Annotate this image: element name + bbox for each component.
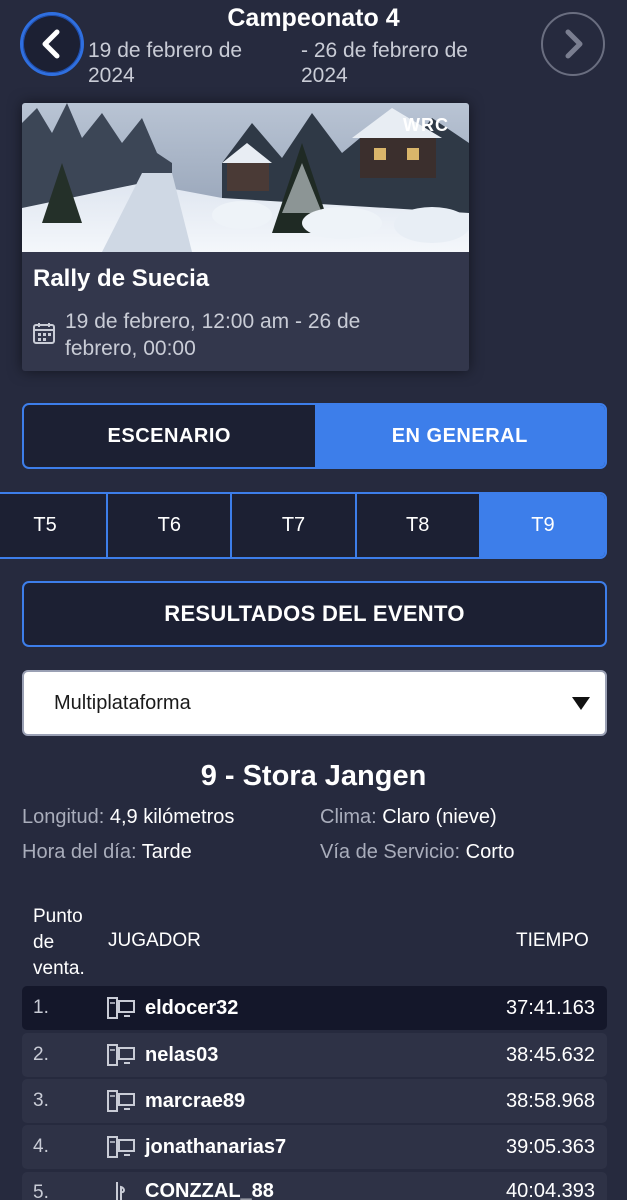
stage-time-of-day: Hora del día: Tarde	[22, 841, 192, 864]
row-time: 40:04.393	[506, 1180, 595, 1200]
stage-weather-label: Clima:	[320, 806, 377, 828]
row-position: 4.	[33, 1136, 49, 1157]
platform-select[interactable]: Multiplataforma	[22, 670, 607, 736]
table-row[interactable]: 5. CONZZAL_88 40:04.393	[22, 1172, 607, 1200]
stage-length: Longitud: 4,9 kilómetros	[22, 806, 234, 829]
row-position: 3.	[33, 1090, 49, 1111]
row-time: 38:58.968	[506, 1089, 595, 1112]
column-header-position: Punto de venta.	[33, 906, 85, 979]
calendar-icon	[33, 323, 55, 344]
stage-service-label: Vía de Servicio:	[320, 841, 461, 863]
row-player: marcrae89	[145, 1089, 246, 1112]
platform-select-value: Multiplataforma	[54, 691, 191, 714]
row-time: 37:41.163	[506, 996, 595, 1019]
table-row[interactable]: 3. marcrae89 38:58.968	[22, 1079, 607, 1123]
row-player: jonathanarias7	[145, 1135, 287, 1158]
event-title: Rally de Suecia	[33, 265, 210, 292]
stage-weather: Clima: Claro (nieve)	[320, 806, 497, 829]
championship-end-date: - 26 de febrero de 2024	[301, 39, 468, 87]
chevron-right-icon	[565, 29, 583, 59]
stage-tab-t9[interactable]: T9	[480, 494, 605, 557]
wrc-logo: WRC	[403, 115, 449, 135]
stage-service: Vía de Servicio: Corto	[320, 841, 515, 864]
event-results-button[interactable]: RESULTADOS DEL EVENTO	[22, 581, 607, 647]
row-player: eldocer32	[145, 996, 239, 1019]
stage-tab-t5[interactable]: T5	[0, 494, 109, 557]
row-position: 5.	[33, 1182, 49, 1200]
stage-weather-value: Claro (nieve)	[382, 806, 497, 828]
table-row[interactable]: 2. nelas03 38:45.632	[22, 1033, 607, 1077]
table-row[interactable]: 4. jonathanarias7 39:05.363	[22, 1125, 607, 1169]
row-time: 39:05.363	[506, 1135, 595, 1158]
stage-length-value: 4,9 kilómetros	[109, 806, 235, 828]
column-header-player: JUGADOR	[108, 930, 201, 951]
stage-tab-t7[interactable]: T7	[232, 494, 357, 557]
stage-title: 9 - Stora Jangen	[200, 760, 427, 792]
stage-time-label: Hora del día:	[22, 841, 137, 863]
event-dates: 19 de febrero, 12:00 am - 26 de febrero,…	[65, 310, 361, 360]
row-time: 38:45.632	[506, 1043, 595, 1066]
caret-down-icon	[572, 697, 590, 710]
stage-time-value: Tarde	[141, 841, 192, 863]
pc-icon	[107, 997, 135, 1019]
column-header-time: TIEMPO	[516, 930, 589, 951]
chevron-left-icon	[42, 29, 60, 59]
stage-service-value: Corto	[465, 841, 515, 863]
row-player: CONZZAL_88	[145, 1180, 274, 1200]
playstation-icon	[116, 1182, 125, 1200]
event-image: WRC	[22, 103, 469, 252]
row-position: 2.	[33, 1044, 49, 1065]
event-card[interactable]: WRC Rally de Suecia 19 de febrero, 12:00…	[22, 103, 469, 371]
championship-start-date: 19 de febrero de 2024	[88, 39, 243, 87]
row-position: 1.	[33, 997, 49, 1018]
pc-icon	[107, 1136, 135, 1158]
tab-en-general[interactable]: EN GENERAL	[314, 405, 605, 467]
next-championship-button[interactable]	[541, 12, 605, 76]
stage-length-label: Longitud:	[22, 806, 105, 828]
pc-icon	[107, 1044, 135, 1066]
stage-tab-t6[interactable]: T6	[108, 494, 233, 557]
row-player: nelas03	[145, 1043, 219, 1066]
stage-tab-t8[interactable]: T8	[357, 494, 481, 557]
table-row[interactable]: 1. eldocer32 37:41.163	[22, 986, 607, 1030]
stage-tabs: T5 T6 T7 T8 T9	[0, 492, 607, 559]
view-toggle: ESCENARIO EN GENERAL	[22, 403, 607, 469]
championship-title: Campeonato 4	[227, 4, 400, 32]
pc-icon	[107, 1090, 135, 1112]
tab-escenario[interactable]: ESCENARIO	[24, 405, 315, 467]
